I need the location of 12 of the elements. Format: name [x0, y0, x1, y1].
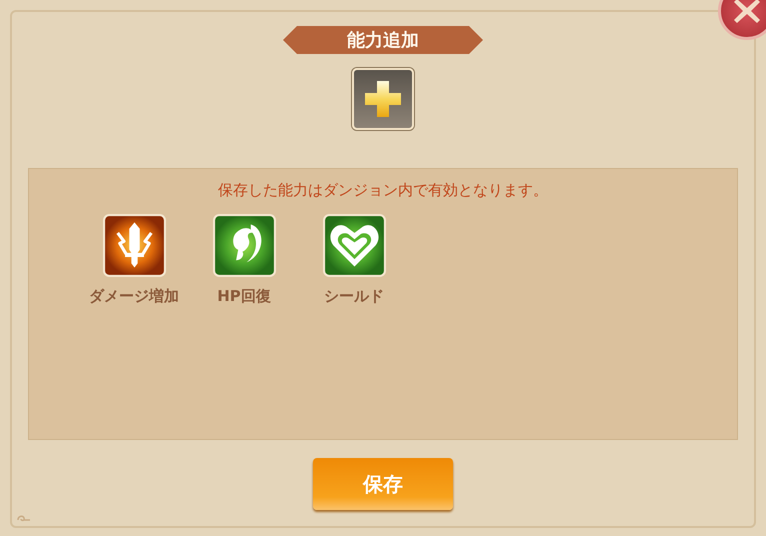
heal-skill-icon[interactable]	[212, 214, 276, 277]
info-message: 保存した能力はダンジョン内で有効となります。	[218, 181, 548, 200]
add-button[interactable]	[352, 68, 414, 130]
ability-label: ダメージ増加	[89, 287, 179, 306]
shield-skill-icon[interactable]	[322, 214, 386, 277]
dialog-title: 能力追加	[347, 29, 419, 52]
damage-skill-icon[interactable]	[102, 214, 166, 277]
plus-icon	[363, 79, 403, 119]
ability-label: HP回復	[217, 287, 271, 306]
ability-label: シールド	[324, 287, 384, 306]
save-button[interactable]: 保存	[313, 458, 453, 510]
close-icon	[732, 0, 762, 26]
